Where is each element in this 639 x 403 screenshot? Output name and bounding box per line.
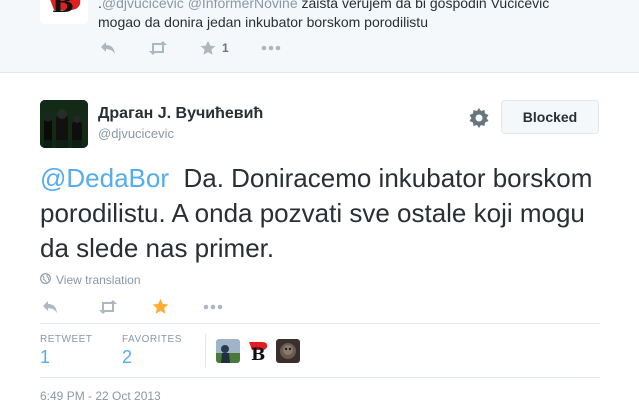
avatar[interactable] (40, 100, 88, 148)
svg-text:B: B (52, 0, 74, 19)
context-mention-djvucicevic[interactable]: @djvucicevic (102, 0, 184, 11)
context-tweet-text: .@djvucicevic @InformerNovine zaista ver… (98, 0, 618, 32)
tweet-mention-dedabor[interactable]: @DedaBor (40, 163, 169, 193)
context-actions: 1 (100, 40, 313, 56)
tweet-author-fullname[interactable]: Драган Ј. Вучићевић (98, 105, 263, 123)
retweets-count[interactable]: 1 (40, 347, 50, 368)
favorite-icon (200, 40, 216, 55)
context-tweet-avatar[interactable]: B (40, 0, 88, 24)
favorite-icon[interactable] (152, 298, 169, 315)
divider-bottom (40, 377, 600, 378)
favorites-label: FAVORITES (122, 334, 182, 345)
tweet-author-username[interactable]: @djvucicevic (98, 126, 174, 141)
retweets-label: RETWEET (40, 334, 93, 345)
favorites-count[interactable]: 2 (122, 347, 132, 368)
reply-icon[interactable] (42, 300, 58, 314)
svg-text:B: B (251, 345, 265, 363)
favorite-count: 1 (222, 41, 229, 55)
retweet-icon[interactable] (148, 41, 168, 55)
tweet-timestamp[interactable]: 6:49 PM - 22 Oct 2013 (40, 389, 161, 403)
context-mention-informer[interactable]: @InformerNovine (188, 0, 298, 11)
reply-icon[interactable] (100, 41, 116, 55)
tweet-actions (42, 298, 255, 315)
globe-icon (40, 273, 51, 287)
favorite-button[interactable]: 1 (200, 40, 229, 56)
more-icon[interactable] (203, 304, 223, 310)
permalink-tweet: Драган Ј. Вучићевић @djvucicevic Blocked… (0, 73, 639, 403)
context-text-line2: mogao da donira jedan inkubator borskom … (98, 14, 428, 30)
favoriter-avatar[interactable] (216, 339, 240, 363)
stats-separator (205, 334, 206, 368)
context-tweet: B .@djvucicevic @InformerNovine zaista v… (0, 0, 639, 73)
divider-top (40, 323, 600, 324)
blocked-button[interactable]: Blocked (501, 100, 599, 134)
view-translation-link[interactable]: View translation (40, 273, 141, 287)
favoriter-avatar[interactable] (276, 339, 300, 363)
view-translation-label: View translation (56, 273, 141, 287)
favoriter-avatar[interactable]: B (246, 339, 270, 363)
context-text-line1: zaista verujem da bi gospodin Vucicevic (297, 0, 550, 11)
tweet-text: @DedaBor Da. Doniracemo inkubator borsko… (40, 161, 600, 266)
retweet-icon[interactable] (98, 299, 118, 314)
more-icon[interactable] (261, 45, 281, 51)
gear-icon[interactable] (466, 105, 492, 131)
